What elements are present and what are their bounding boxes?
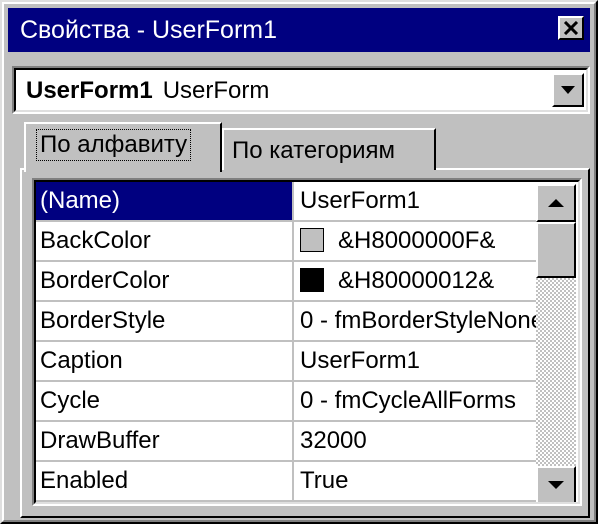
vertical-scrollbar[interactable]	[536, 184, 576, 504]
property-name[interactable]: DrawBuffer	[36, 422, 294, 460]
property-value-cell[interactable]: &H8000000F&	[294, 222, 538, 260]
property-name[interactable]: Enabled	[36, 462, 294, 500]
scroll-thumb[interactable]	[536, 222, 576, 278]
object-name: UserForm1	[26, 77, 153, 104]
color-swatch	[300, 227, 324, 252]
tab-categorized[interactable]: По категориям	[222, 128, 436, 170]
close-button[interactable]	[558, 16, 584, 40]
tab-categorized-label: По категориям	[232, 137, 396, 164]
property-row-backcolor[interactable]: BackColor &H8000000F&	[36, 222, 538, 262]
window-title: Свойства - UserForm1	[20, 16, 278, 44]
property-name[interactable]: Cycle	[36, 382, 294, 420]
color-swatch	[300, 267, 324, 292]
property-value[interactable]: True	[294, 462, 538, 500]
property-row-cycle[interactable]: Cycle 0 - fmCycleAllForms	[36, 382, 538, 422]
property-name[interactable]: BackColor	[36, 222, 294, 260]
property-value: &H8000000F&	[338, 227, 496, 254]
scroll-up-button[interactable]	[536, 184, 576, 222]
tab-alphabetic[interactable]: По алфавиту	[24, 122, 222, 172]
property-name[interactable]: Caption	[36, 342, 294, 380]
property-value[interactable]: UserForm1	[294, 182, 538, 220]
property-value[interactable]: UserForm1	[294, 342, 538, 380]
object-selector-value: UserForm1 UserForm	[26, 77, 269, 105]
properties-window: Свойства - UserForm1 UserForm1 UserForm П…	[0, 0, 598, 524]
property-name[interactable]: BorderColor	[36, 262, 294, 300]
property-row-bordercolor[interactable]: BorderColor &H80000012&	[36, 262, 538, 302]
property-name[interactable]: BorderStyle	[36, 302, 294, 340]
property-row-caption[interactable]: Caption UserForm1	[36, 342, 538, 382]
chevron-down-icon	[561, 86, 575, 94]
arrow-down-icon	[548, 481, 564, 489]
property-row-borderstyle[interactable]: BorderStyle 0 - fmBorderStyleNone	[36, 302, 538, 342]
property-value[interactable]: 0 - fmBorderStyleNone	[294, 302, 538, 340]
property-grid: (Name) UserForm1 BackColor &H8000000F& B…	[32, 178, 582, 506]
close-icon	[563, 21, 579, 35]
object-type: UserForm	[162, 77, 270, 104]
property-value-cell[interactable]: &H80000012&	[294, 262, 538, 300]
tab-alphabetic-label: По алфавиту	[36, 129, 192, 161]
property-value[interactable]: 0 - fmCycleAllForms	[294, 382, 538, 420]
property-value: &H80000012&	[338, 267, 495, 294]
arrow-up-icon	[548, 199, 564, 207]
object-selector[interactable]: UserForm1 UserForm	[12, 66, 590, 114]
object-dropdown-button[interactable]	[552, 73, 584, 107]
scroll-down-button[interactable]	[536, 466, 576, 504]
property-value[interactable]: 32000	[294, 422, 538, 460]
property-row-name[interactable]: (Name) UserForm1	[36, 182, 538, 222]
property-name[interactable]: (Name)	[36, 182, 294, 220]
property-row-enabled[interactable]: Enabled True	[36, 462, 538, 502]
property-row-drawbuffer[interactable]: DrawBuffer 32000	[36, 422, 538, 462]
title-bar[interactable]: Свойства - UserForm1	[8, 8, 590, 52]
